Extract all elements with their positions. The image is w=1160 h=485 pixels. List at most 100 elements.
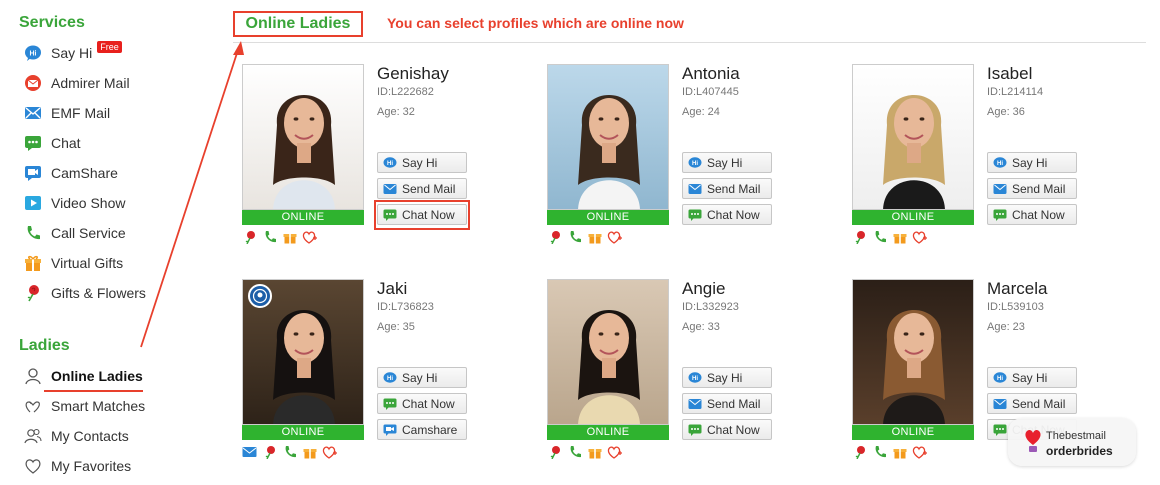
say-hi-button[interactable]: Hi Say Hi (377, 367, 467, 388)
say-hi-button[interactable]: Hi Say Hi (377, 152, 467, 173)
button-label: Camshare (402, 422, 458, 437)
heart-plus-icon[interactable] (607, 445, 622, 459)
profile-age: Age: 35 (377, 321, 415, 333)
sidebar-item-emf-mail[interactable]: EMF Mail (24, 102, 110, 124)
rose-icon[interactable] (852, 445, 867, 459)
gift-icon[interactable] (892, 445, 907, 459)
header-divider (233, 42, 1146, 43)
rose-icon[interactable] (262, 445, 277, 459)
say-hi-button[interactable]: Hi Say Hi (682, 367, 772, 388)
sidebar-item-label: EMF Mail (51, 105, 111, 121)
profile-photo[interactable] (547, 279, 669, 425)
rose-icon[interactable] (547, 230, 562, 244)
camshare-icon (24, 164, 42, 182)
gift-icon[interactable] (302, 445, 317, 459)
button-label: Send Mail (402, 181, 456, 196)
heart-plus-icon[interactable] (912, 445, 927, 459)
send-mail-button[interactable]: Send Mail (682, 393, 772, 414)
gift-icon[interactable] (282, 230, 297, 244)
say-hi-icon: Hi (383, 371, 397, 384)
profile-photo[interactable] (547, 64, 669, 210)
sidebar-item-chat[interactable]: Chat (24, 132, 81, 154)
send-mail-button[interactable]: Send Mail (682, 178, 772, 199)
sidebar-item-online-ladies[interactable]: Online Ladies (24, 365, 143, 387)
chat-now-button[interactable]: Chat Now (987, 204, 1077, 225)
heart-plus-icon[interactable] (302, 230, 317, 244)
send-mail-button[interactable]: Send Mail (987, 178, 1077, 199)
portrait-illustration (548, 65, 668, 209)
sidebar-item-label: Smart Matches (51, 398, 146, 414)
chat-now-button[interactable]: Chat Now (377, 393, 467, 414)
quick-actions (242, 445, 337, 459)
mail-icon (688, 398, 702, 410)
profile-name[interactable]: Jaki (377, 279, 407, 299)
profile-name[interactable]: Antonia (682, 64, 740, 84)
phone-icon[interactable] (872, 230, 887, 244)
page-title: Online Ladies (233, 11, 363, 37)
sidebar-item-call-service[interactable]: Call Service (24, 222, 126, 244)
profile-photo[interactable] (242, 64, 364, 210)
rose-icon[interactable] (547, 445, 562, 459)
rose-icon[interactable] (852, 230, 867, 244)
sidebar-item-admirer-mail[interactable]: Admirer Mail (24, 72, 130, 94)
rose-icon[interactable] (242, 230, 257, 244)
heart-plus-icon[interactable] (912, 230, 927, 244)
gift-icon[interactable] (587, 445, 602, 459)
rose-icon (24, 284, 42, 302)
phone-icon[interactable] (567, 230, 582, 244)
say-hi-icon: Hi (993, 156, 1007, 169)
emf-mail-icon (24, 104, 42, 122)
profile-name[interactable]: Isabel (987, 64, 1032, 84)
phone-icon[interactable] (282, 445, 297, 459)
say-hi-button[interactable]: Hi Say Hi (682, 152, 772, 173)
chat-now-highlight-box (374, 200, 470, 230)
say-hi-button[interactable]: Hi Say Hi (987, 367, 1077, 388)
chat-now-button[interactable]: Chat Now (682, 419, 772, 440)
phone-icon[interactable] (872, 445, 887, 459)
svg-text:Hi: Hi (387, 376, 393, 382)
profile-age: Age: 33 (682, 321, 720, 333)
person-icon (24, 367, 42, 385)
header-note: You can select profiles which are online… (387, 15, 684, 31)
sidebar-item-label: Chat (51, 135, 81, 151)
profile-photo[interactable] (852, 64, 974, 210)
admirer-mail-icon (24, 74, 42, 92)
send-mail-button[interactable]: Send Mail (377, 178, 467, 199)
online-status-bar: ONLINE (547, 425, 669, 440)
sidebar-item-my-favorites[interactable]: My Favorites (24, 455, 131, 477)
phone-icon[interactable] (262, 230, 277, 244)
sidebar-item-camshare[interactable]: CamShare (24, 162, 118, 184)
send-mail-button[interactable]: Send Mail (987, 393, 1077, 414)
say-hi-icon: Hi (383, 156, 397, 169)
button-label: Say Hi (402, 370, 438, 385)
heart-plus-icon[interactable] (322, 445, 337, 459)
profile-name[interactable]: Angie (682, 279, 725, 299)
profile-photo[interactable] (242, 279, 364, 425)
gift-icon[interactable] (892, 230, 907, 244)
button-label: Say Hi (1012, 155, 1048, 170)
sidebar-item-smart-matches[interactable]: Smart Matches (24, 395, 145, 417)
heart-plus-icon[interactable] (607, 230, 622, 244)
chat-now-button[interactable]: Chat Now (682, 204, 772, 225)
mail-icon[interactable] (242, 445, 257, 459)
phone-icon[interactable] (567, 445, 582, 459)
profile-card: ONLINE Jaki ID:L736823 Age: 35 Hi Say Hi Chat … (242, 279, 502, 479)
sidebar-item-label: CamShare (51, 165, 118, 181)
sidebar-item-say-hi[interactable]: Hi Say Hi Free (24, 41, 122, 64)
sidebar-item-virtual-gifts[interactable]: Virtual Gifts (24, 252, 123, 274)
say-hi-button[interactable]: Hi Say Hi (987, 152, 1077, 173)
chat-icon (688, 424, 702, 436)
profile-name[interactable]: Genishay (377, 64, 449, 84)
online-status-bar: ONLINE (242, 425, 364, 440)
profile-photo[interactable] (852, 279, 974, 425)
gift-icon[interactable] (587, 230, 602, 244)
sidebar-item-video-show[interactable]: Video Show (24, 192, 125, 214)
profile-name[interactable]: Marcela (987, 279, 1047, 299)
svg-text:Hi: Hi (692, 161, 698, 167)
camshare-button[interactable]: Camshare (377, 419, 467, 440)
sidebar-item-gifts-flowers[interactable]: Gifts & Flowers (24, 282, 146, 304)
svg-text:Hi: Hi (387, 161, 393, 167)
button-label: Chat Now (707, 422, 760, 437)
button-label: Say Hi (1012, 370, 1048, 385)
sidebar-item-my-contacts[interactable]: My Contacts (24, 425, 129, 447)
